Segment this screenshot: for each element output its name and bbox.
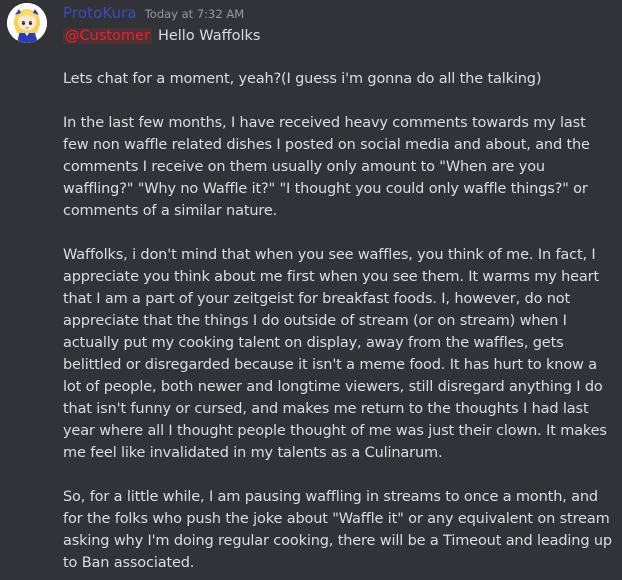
author-name[interactable]: ProtoKura <box>63 4 137 22</box>
message-body: Lets chat for a moment, yeah?(I guess i'… <box>63 68 613 580</box>
message-paragraph: Waffolks, i don't mind that when you see… <box>63 247 607 461</box>
message-first-line: @Customer Hello Waffolks <box>63 25 260 47</box>
chat-message: ProtoKura Today at 7:32 AM @Customer Hel… <box>0 0 622 580</box>
message-paragraph: In the last few months, I have received … <box>63 115 590 219</box>
message-header: ProtoKura Today at 7:32 AM <box>63 4 244 26</box>
greeting-text: Hello Waffolks <box>157 28 261 44</box>
message-paragraph: So, for a little while, I am pausing waf… <box>63 489 612 571</box>
role-mention[interactable]: @Customer <box>63 28 152 44</box>
message-timestamp: Today at 7:32 AM <box>144 7 245 21</box>
avatar-image <box>7 3 47 43</box>
message-paragraph: Lets chat for a moment, yeah?(I guess i'… <box>63 71 542 87</box>
avatar[interactable] <box>7 3 47 43</box>
